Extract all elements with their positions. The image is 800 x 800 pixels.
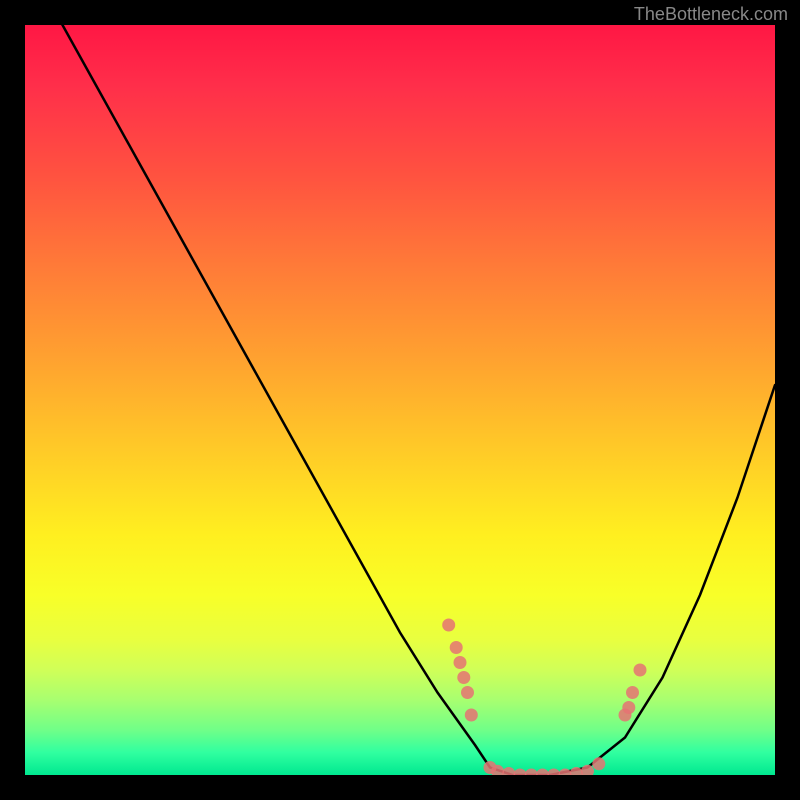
data-point-marker <box>442 619 455 632</box>
data-point-marker <box>536 769 549 776</box>
data-point-marker <box>547 769 560 776</box>
data-point-marker <box>450 641 463 654</box>
watermark-text: TheBottleneck.com <box>634 4 788 25</box>
data-point-marker <box>457 671 470 684</box>
data-point-marker <box>619 709 632 722</box>
data-point-marker <box>581 765 594 775</box>
data-point-marker <box>514 769 527 776</box>
data-point-markers <box>442 619 646 776</box>
data-point-marker <box>454 656 467 669</box>
data-point-marker <box>525 769 538 776</box>
data-point-marker <box>622 701 635 714</box>
data-point-marker <box>484 761 497 774</box>
chart-svg <box>25 25 775 775</box>
data-point-marker <box>634 664 647 677</box>
chart-plot-area <box>25 25 775 775</box>
data-point-marker <box>502 767 515 775</box>
bottleneck-curve-line <box>25 25 775 775</box>
data-point-marker <box>461 686 474 699</box>
data-point-marker <box>592 757 605 770</box>
data-point-marker <box>626 686 639 699</box>
data-point-marker <box>570 767 583 775</box>
data-point-marker <box>559 769 572 776</box>
data-point-marker <box>465 709 478 722</box>
data-point-marker <box>491 765 504 775</box>
